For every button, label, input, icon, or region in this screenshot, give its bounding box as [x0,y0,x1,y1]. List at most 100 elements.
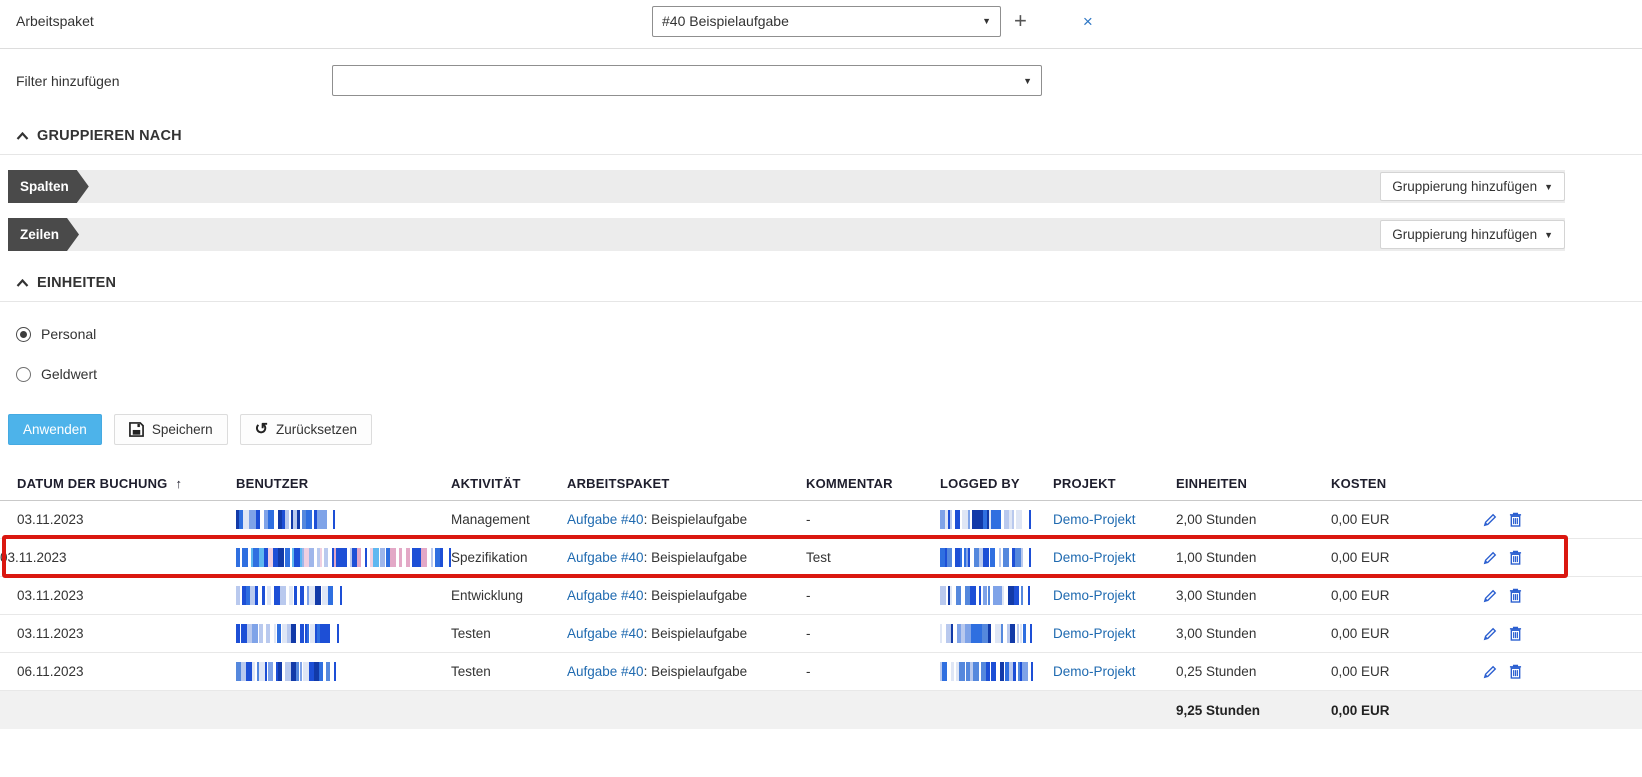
edit-pencil-icon[interactable] [1483,665,1497,679]
redacted-user-barcode [236,624,451,643]
rows-tag: Zeilen [8,218,79,251]
table-row[interactable]: 06.11.2023 Testen Aufgabe #40: Beispiela… [0,653,1642,691]
edit-pencil-icon[interactable] [1483,589,1497,603]
cell-comment: Test [806,550,831,565]
delete-trash-icon[interactable] [1509,626,1522,641]
reset-button[interactable]: ↺ Zurücksetzen [239,414,373,445]
table-row[interactable]: 03.11.2023 Testen Aufgabe #40: Beispiela… [0,615,1642,653]
cell-date: 03.11.2023 [17,512,84,527]
project-link[interactable]: Demo-Projekt [1053,626,1136,641]
work-package-link[interactable]: Aufgabe #40 [567,550,644,565]
radio-option-personal[interactable]: Personal [0,326,1642,342]
redacted-logged-by-barcode [940,586,1053,605]
work-package-suffix: : Beispielaufgabe [643,512,748,527]
project-link[interactable]: Demo-Projekt [1053,588,1136,603]
delete-trash-icon[interactable] [1509,512,1522,527]
chevron-down-icon: ▼ [1544,229,1553,240]
cell-costs: 0,00 EUR [1331,588,1390,603]
cell-actions [1483,588,1527,603]
radio-label: Personal [41,326,97,342]
edit-pencil-icon[interactable] [1483,513,1497,527]
work-package-link[interactable]: Aufgabe #40 [567,664,644,679]
columns-tag: Spalten [8,170,89,203]
cell-work-package: Aufgabe #40: Beispielaufgabe [567,512,806,527]
add-row-grouping-button[interactable]: Gruppierung hinzufügen ▼ [1380,220,1565,249]
cell-date: 03.11.2023 [0,550,67,565]
floppy-disk-icon [128,422,144,437]
cell-activity: Testen [451,664,491,679]
work-package-link[interactable]: Aufgabe #40 [567,626,644,641]
delete-trash-icon[interactable] [1509,664,1522,679]
column-header-project[interactable]: PROJEKT [1053,476,1176,491]
group-by-section-header[interactable]: GRUPPIEREN NACH [0,128,1642,144]
cell-logged-by [940,548,1053,567]
radio-label: Geldwert [41,366,98,382]
time-entries-table: DATUM DER BUCHUNG ↑ BENUTZER AKTIVITÄT AR… [0,467,1642,729]
add-grouping-label: Gruppierung hinzufügen [1392,227,1538,242]
apply-button[interactable]: Anwenden [8,414,102,445]
edit-pencil-icon[interactable] [1483,627,1497,641]
work-package-suffix: : Beispielaufgabe [643,588,748,603]
delete-trash-icon[interactable] [1509,550,1522,565]
cell-activity: Entwicklung [451,588,524,603]
cell-work-package: Aufgabe #40: Beispielaufgabe [567,588,806,603]
work-package-suffix: : Beispielaufgabe [643,550,748,565]
column-header-date[interactable]: DATUM DER BUCHUNG ↑ [0,476,236,491]
divider [0,301,1642,302]
work-package-label: Arbeitspaket [16,13,94,29]
add-column-grouping-button[interactable]: Gruppierung hinzufügen ▼ [1380,172,1565,201]
cell-units: 3,00 Stunden [1176,626,1257,641]
add-filter-value-button[interactable]: + [1014,10,1027,32]
cell-activity: Testen [451,626,491,641]
cell-date: 03.11.2023 [17,588,84,603]
cell-work-package: Aufgabe #40: Beispielaufgabe [567,626,806,641]
radio-selected-icon[interactable] [16,326,31,342]
remove-filter-button[interactable]: × [1083,13,1093,30]
redacted-user-barcode [236,510,451,529]
column-header-user[interactable]: BENUTZER [236,476,451,491]
table-row-highlighted[interactable]: 03.11.2023 Spezifikation Aufgabe #40: Be… [0,535,1642,578]
work-package-select[interactable]: #40 Beispielaufgabe ▼ [652,5,1001,37]
total-units: 9,25 Stunden [1176,702,1261,718]
add-filter-label: Filter hinzufügen [16,72,120,89]
work-package-link[interactable]: Aufgabe #40 [567,588,644,603]
cell-project: Demo-Projekt [1053,664,1176,679]
table-header-row: DATUM DER BUCHUNG ↑ BENUTZER AKTIVITÄT AR… [0,467,1642,501]
column-header-units[interactable]: EINHEITEN [1176,476,1331,491]
radio-unselected-icon[interactable] [16,366,31,382]
column-header-costs[interactable]: KOSTEN [1331,476,1483,491]
column-header-comment[interactable]: KOMMENTAR [806,476,940,491]
column-header-activity[interactable]: AKTIVITÄT [451,476,567,491]
cell-date: 06.11.2023 [17,664,84,679]
project-link[interactable]: Demo-Projekt [1053,664,1136,679]
work-package-link[interactable]: Aufgabe #40 [567,512,644,527]
chevron-up-icon [16,132,29,140]
cell-logged-by [940,510,1053,529]
cell-work-package: Aufgabe #40: Beispielaufgabe [567,664,806,679]
cell-comment: - [806,512,811,527]
cell-costs: 0,00 EUR [1331,512,1390,527]
cell-costs: 0,00 EUR [1331,626,1390,641]
column-header-logged-by[interactable]: LOGGED BY [940,476,1053,491]
units-section-header[interactable]: EINHEITEN [0,275,1642,291]
project-link[interactable]: Demo-Projekt [1053,550,1136,565]
chevron-up-icon [16,279,29,287]
chevron-down-icon: ▼ [1544,181,1553,192]
table-row[interactable]: 03.11.2023 Entwicklung Aufgabe #40: Beis… [0,577,1642,615]
form-actions: Anwenden Speichern ↺ Zurücksetzen [0,414,1642,445]
save-button[interactable]: Speichern [113,414,228,445]
project-link[interactable]: Demo-Projekt [1053,512,1136,527]
radio-option-geldwert[interactable]: Geldwert [0,366,1642,382]
column-header-work-package[interactable]: ARBEITSPAKET [567,476,806,491]
work-package-suffix: : Beispielaufgabe [643,626,748,641]
table-row[interactable]: 03.11.2023 Management Aufgabe #40: Beisp… [0,501,1642,539]
cell-units: 1,00 Stunden [1176,550,1257,565]
cell-project: Demo-Projekt [1053,588,1176,603]
cell-units: 3,00 Stunden [1176,588,1257,603]
add-grouping-label: Gruppierung hinzufügen [1392,179,1538,194]
cell-project: Demo-Projekt [1053,512,1176,527]
group-columns-bar: Spalten Gruppierung hinzufügen ▼ [8,170,1565,203]
add-filter-select[interactable]: ▼ [332,65,1042,96]
delete-trash-icon[interactable] [1509,588,1522,603]
edit-pencil-icon[interactable] [1483,551,1497,565]
